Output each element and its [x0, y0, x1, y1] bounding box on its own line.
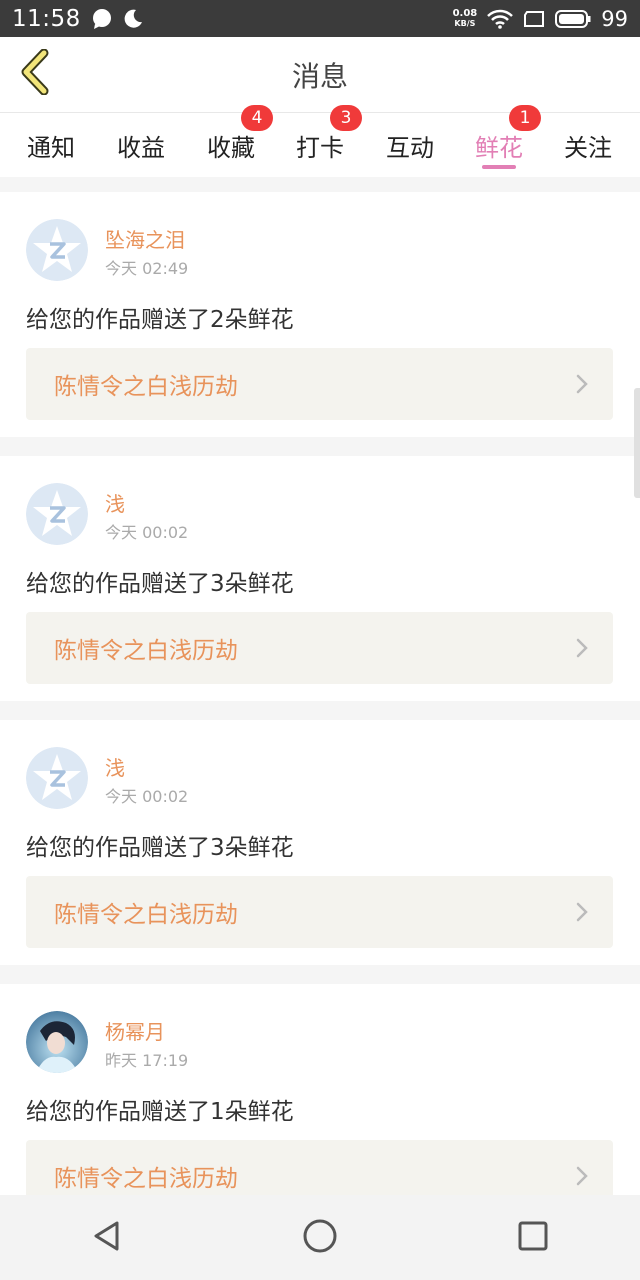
tab-label: 收藏: [207, 133, 255, 162]
tab-follow[interactable]: 关注: [548, 113, 628, 177]
work-link[interactable]: 陈情令之白浅历劫: [26, 612, 613, 684]
timestamp: 昨天 17:19: [105, 1051, 189, 1070]
message-card: 浅 今天 00:02 给您的作品赠送了3朵鲜花 陈情令之白浅历劫: [0, 720, 640, 965]
username[interactable]: 坠海之泪: [105, 224, 185, 253]
nav-home-button[interactable]: [280, 1198, 360, 1278]
net-speed-unit: KB/S: [454, 18, 476, 28]
tab-label: 收益: [117, 133, 165, 162]
avatar[interactable]: [26, 747, 88, 809]
tab-flowers[interactable]: 鲜花 1: [459, 105, 541, 177]
tab-interaction[interactable]: 互动: [370, 113, 450, 177]
badge-count: 4: [241, 105, 273, 131]
status-time: 11:58: [12, 5, 81, 32]
chevron-right-icon: [575, 901, 589, 923]
work-title: 陈情令之白浅历劫: [54, 638, 238, 664]
home-circle-icon: [302, 1218, 338, 1258]
recents-square-icon: [517, 1220, 549, 1256]
chat-bubble-icon: [91, 8, 113, 30]
message-text: 给您的作品赠送了1朵鲜花: [26, 1099, 294, 1125]
net-speed: 0.08 KB/S: [452, 7, 478, 29]
tab-bar: 通知 收益 收藏 4 打卡 3 互动 鲜花 1 关注: [0, 105, 640, 177]
moon-icon: [123, 9, 143, 29]
message-text: 给您的作品赠送了2朵鲜花: [26, 307, 294, 333]
screen-icon: [523, 10, 545, 28]
screen: 11:58 0.08 KB/S 99 消息 通知 收益 收藏 4 打卡 3 互动…: [0, 0, 640, 1280]
tab-label: 通知: [27, 133, 75, 162]
tab-label: 打卡: [296, 133, 344, 162]
back-button[interactable]: [14, 48, 54, 99]
default-avatar-icon: [26, 747, 88, 809]
battery-level: 99: [601, 6, 628, 31]
active-tab-indicator: [482, 165, 516, 169]
nav-recents-button[interactable]: [493, 1198, 573, 1278]
work-link[interactable]: 陈情令之白浅历劫: [26, 876, 613, 948]
back-triangle-icon: [91, 1219, 123, 1257]
wifi-icon: [487, 9, 514, 29]
message-card: 浅 今天 00:02 给您的作品赠送了3朵鲜花 陈情令之白浅历劫: [0, 456, 640, 701]
avatar[interactable]: [26, 1011, 88, 1073]
avatar[interactable]: [26, 219, 88, 281]
message-list[interactable]: 坠海之泪 今天 02:49 给您的作品赠送了2朵鲜花 陈情令之白浅历劫 浅 今天…: [0, 177, 640, 1195]
message-card: 坠海之泪 今天 02:49 给您的作品赠送了2朵鲜花 陈情令之白浅历劫: [0, 192, 640, 437]
edge-swipe-handle[interactable]: [634, 388, 640, 498]
work-title: 陈情令之白浅历劫: [54, 1166, 238, 1192]
navigation-bar: [0, 1195, 640, 1280]
message-card: 杨幂月 昨天 17:19 给您的作品赠送了1朵鲜花 陈情令之白浅历劫: [0, 984, 640, 1195]
header: 消息: [0, 37, 640, 113]
default-avatar-icon: [26, 483, 88, 545]
badge-count: 1: [509, 105, 541, 131]
chevron-right-icon: [575, 637, 589, 659]
tab-checkin[interactable]: 打卡 3: [280, 105, 362, 177]
work-title: 陈情令之白浅历劫: [54, 374, 238, 400]
timestamp: 今天 00:02: [105, 523, 189, 542]
tab-notify[interactable]: 通知: [11, 113, 91, 177]
work-title: 陈情令之白浅历劫: [54, 902, 238, 928]
username[interactable]: 杨幂月: [105, 1016, 165, 1045]
timestamp: 今天 02:49: [105, 259, 189, 278]
net-speed-value: 0.08: [452, 7, 478, 19]
page-title: 消息: [291, 59, 348, 93]
nav-back-button[interactable]: [67, 1198, 147, 1278]
tab-label: 鲜花: [475, 133, 523, 162]
badge-count: 3: [330, 105, 362, 131]
chevron-right-icon: [575, 373, 589, 395]
default-avatar-icon: [26, 219, 88, 281]
tab-label: 关注: [564, 133, 612, 162]
username[interactable]: 浅: [105, 488, 125, 517]
chevron-right-icon: [575, 1165, 589, 1187]
tab-label: 互动: [386, 133, 434, 162]
photo-avatar-icon: [26, 1011, 88, 1073]
message-text: 给您的作品赠送了3朵鲜花: [26, 571, 294, 597]
timestamp: 今天 00:02: [105, 787, 189, 806]
battery-icon: [555, 9, 591, 28]
message-text: 给您的作品赠送了3朵鲜花: [26, 835, 294, 861]
work-link[interactable]: 陈情令之白浅历劫: [26, 1140, 613, 1195]
tab-earnings[interactable]: 收益: [101, 113, 181, 177]
status-bar: 11:58 0.08 KB/S 99: [0, 0, 640, 37]
work-link[interactable]: 陈情令之白浅历劫: [26, 348, 613, 420]
chevron-left-icon: [18, 48, 50, 99]
tab-favorites[interactable]: 收藏 4: [191, 105, 273, 177]
username[interactable]: 浅: [105, 752, 125, 781]
avatar[interactable]: [26, 483, 88, 545]
